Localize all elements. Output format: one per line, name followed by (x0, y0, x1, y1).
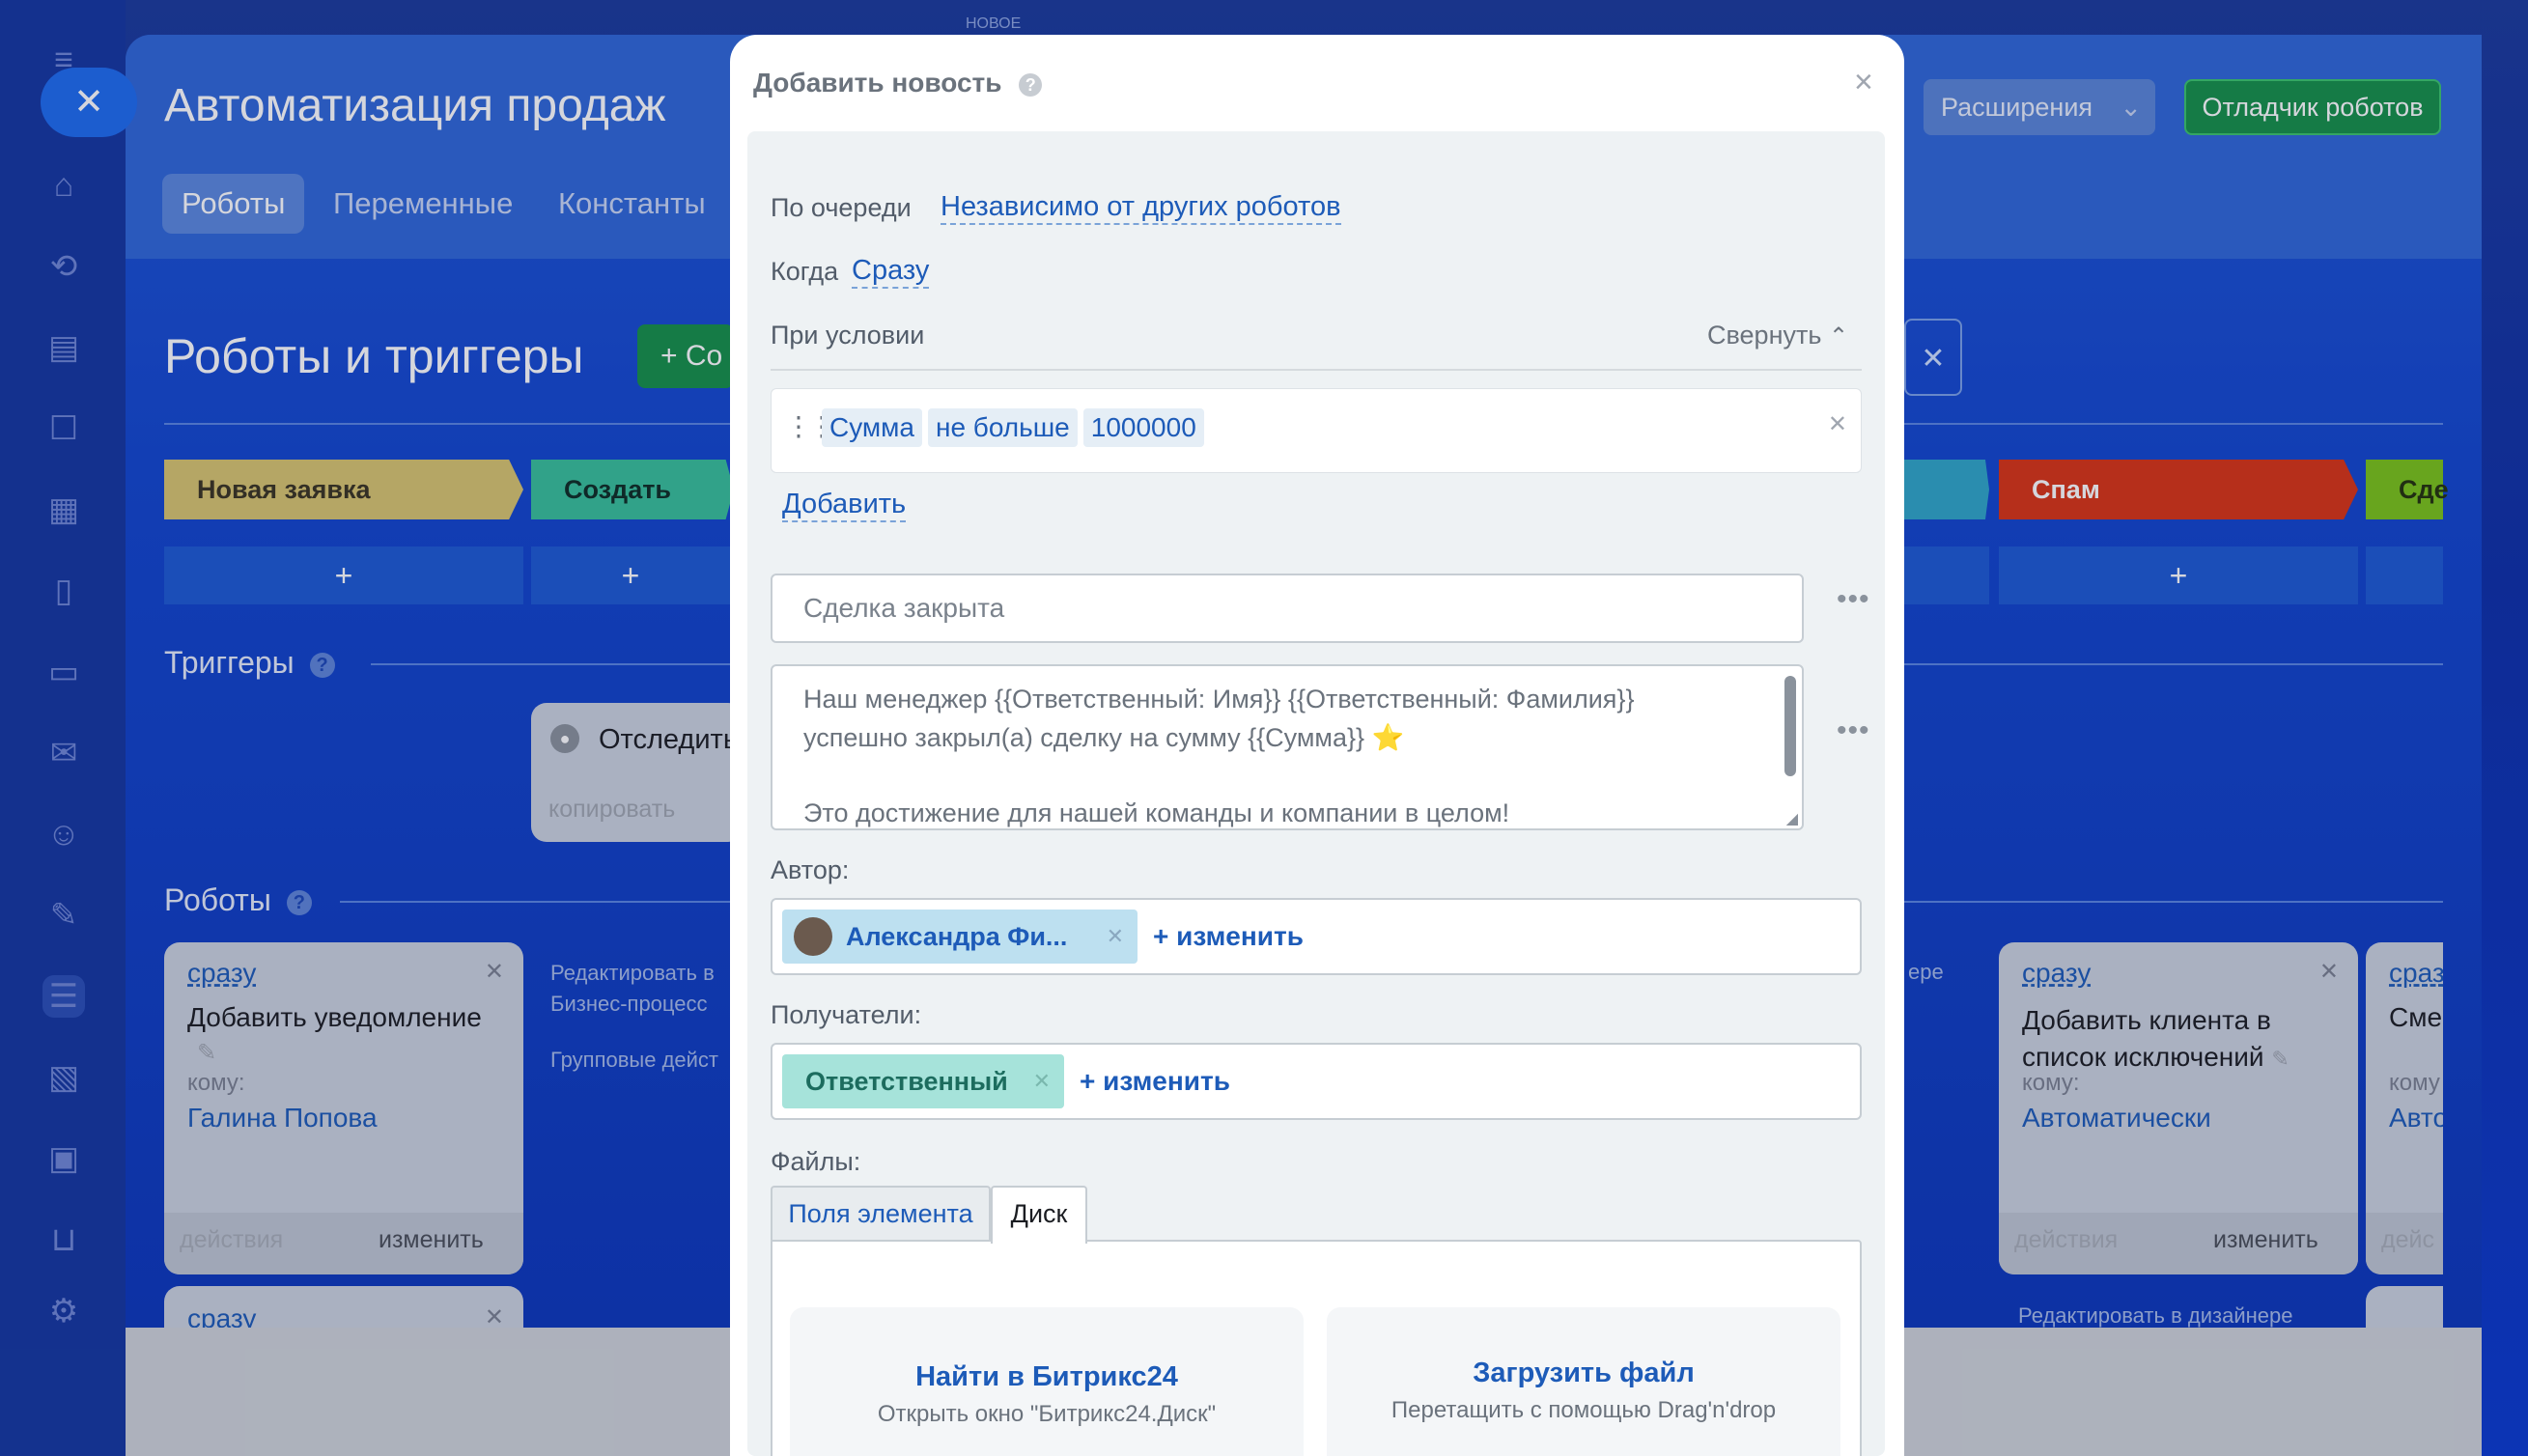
dialog-title: Добавить новость ? (753, 68, 1043, 98)
collapse-button[interactable]: Свернуть ⌃ (1707, 321, 1848, 350)
message-textarea[interactable]: Наш менеджер {{Ответственный: Имя}} {{От… (771, 664, 1804, 830)
recipient-tag: Ответственный ✕ (782, 1054, 1064, 1108)
when-value-link[interactable]: Сразу (852, 255, 930, 290)
author-field[interactable]: Александра Фи... ✕ + изменить (771, 898, 1862, 975)
condition-value[interactable]: 1000000 (1082, 408, 1204, 447)
when-label: Когда (771, 257, 839, 286)
change-recipients-link[interactable]: + изменить (1080, 1066, 1230, 1097)
author-label: Автор: (771, 855, 850, 884)
add-news-dialog: Добавить новость ? × По очереди Независи… (730, 35, 1904, 1456)
recipients-label: Получатели: (771, 1000, 922, 1029)
condition-row: ⋮⋮ Сумма не больше 1000000 ✕ (771, 388, 1862, 473)
more-icon[interactable]: ••• (1837, 714, 1870, 747)
condition-label: При условии (771, 321, 925, 350)
message-text: Наш менеджер {{Ответственный: Имя}} {{От… (803, 685, 1635, 827)
tab-element-fields[interactable]: Поля элемента (771, 1186, 991, 1240)
change-author-link[interactable]: + изменить (1153, 921, 1304, 952)
condition-chips: Сумма не больше 1000000 (822, 408, 1210, 447)
files-panel: Найти в Битрикс24 Открыть окно "Битрикс2… (771, 1240, 1862, 1456)
close-icon[interactable]: × (1854, 64, 1873, 101)
subject-field[interactable]: Сделка закрыта (771, 574, 1804, 643)
resize-handle-icon[interactable]: ◢ (1786, 809, 1798, 828)
dialog-body: По очереди Независимо от других роботов … (747, 131, 1885, 1456)
avatar (794, 917, 832, 956)
chevron-up-icon: ⌃ (1828, 323, 1849, 350)
find-subtitle: Открыть окно "Битрикс24.Диск" (877, 1401, 1217, 1427)
queue-value-link[interactable]: Независимо от других роботов (941, 191, 1341, 226)
queue-label: По очереди (771, 193, 912, 222)
condition-field[interactable]: Сумма (822, 408, 922, 447)
condition-operator[interactable]: не больше (927, 408, 1078, 447)
find-in-bitrix-button[interactable]: Найти в Битрикс24 Открыть окно "Битрикс2… (790, 1307, 1304, 1456)
divider (771, 369, 1862, 371)
upload-subtitle: Перетащить с помощью Drag'n'drop (1390, 1397, 1777, 1423)
files-label: Файлы: (771, 1147, 861, 1176)
remove-recipient-icon[interactable]: ✕ (1033, 1054, 1051, 1108)
upload-file-button[interactable]: Загрузить файл Перетащить с помощью Drag… (1327, 1307, 1840, 1456)
upload-title: Загрузить файл (1473, 1358, 1695, 1388)
remove-condition-icon[interactable]: ✕ (1828, 410, 1847, 438)
recipients-field[interactable]: Ответственный ✕ + изменить (771, 1043, 1862, 1120)
tab-disk[interactable]: Диск (991, 1186, 1087, 1244)
author-tag: Александра Фи... ✕ (782, 910, 1138, 964)
help-icon[interactable]: ? (1019, 72, 1043, 97)
add-condition-link[interactable]: Добавить (782, 489, 907, 523)
subject-value: Сделка закрыта (803, 593, 1005, 623)
remove-author-icon[interactable]: ✕ (1107, 910, 1124, 964)
find-title: Найти в Битрикс24 (915, 1361, 1178, 1392)
scrollbar[interactable] (1784, 676, 1796, 776)
more-icon[interactable]: ••• (1837, 583, 1870, 616)
